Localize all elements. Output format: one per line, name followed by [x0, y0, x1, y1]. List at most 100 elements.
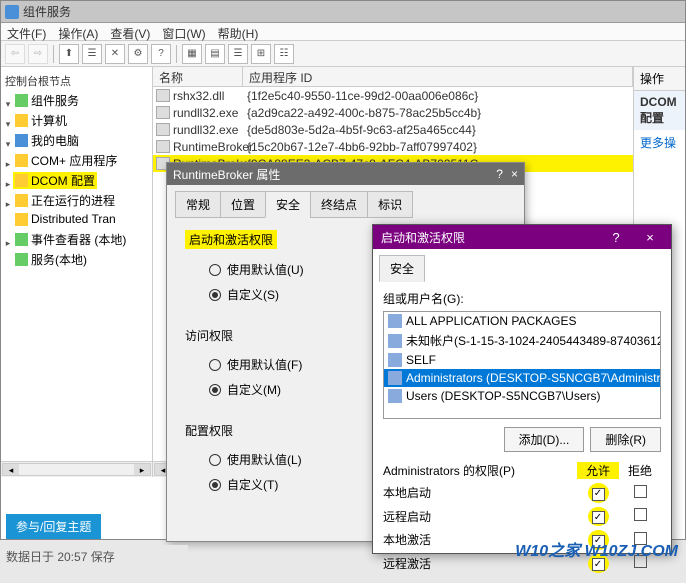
tree-node-root[interactable]: 组件服务 [13, 92, 81, 109]
dialog1-titlebar[interactable]: RuntimeBroker 属性 ? × [167, 163, 524, 185]
tree-node-eventviewer[interactable]: 事件查看器 (本地) [13, 231, 128, 248]
help-button[interactable]: ? [151, 44, 171, 64]
user-name: Administrators (DESKTOP-S5NCGB7\Administ… [406, 371, 660, 385]
folder-icon [15, 154, 28, 167]
expand-icon[interactable]: ▸ [3, 179, 13, 190]
expand-icon[interactable]: ▸ [3, 159, 13, 170]
tree-node-mycomputer[interactable]: 我的电脑 [13, 132, 81, 149]
expand-icon[interactable]: ▸ [3, 199, 13, 210]
tree-node-complus[interactable]: COM+ 应用程序 [13, 152, 119, 169]
group-users-label: 组或用户名(G): [383, 290, 661, 307]
expand-icon[interactable]: ▾ [3, 99, 13, 110]
tab-security[interactable]: 安全 [265, 191, 311, 218]
help-icon[interactable]: ? [496, 167, 503, 181]
actions-header: 操作 [634, 67, 685, 91]
row-appid: {15c20b67-12e7-4bb6-92bb-7aff07997402} [247, 140, 633, 154]
dialog1-title: RuntimeBroker 属性 [173, 166, 280, 183]
forward-button[interactable]: ⇨ [28, 44, 48, 64]
menu-view[interactable]: 查看(V) [110, 25, 150, 38]
props-button[interactable]: ☰ [82, 44, 102, 64]
expand-icon[interactable]: ▾ [3, 119, 13, 130]
users-list[interactable]: ALL APPLICATION PACKAGES 未知帐户(S-1-15-3-10… [383, 311, 661, 419]
delete-button[interactable]: ✕ [105, 44, 125, 64]
titlebar[interactable]: 组件服务 [1, 1, 685, 23]
radio-icon [209, 264, 221, 276]
back-button[interactable]: ⇦ [5, 44, 25, 64]
view3-button[interactable]: ☰ [228, 44, 248, 64]
perm-name: 远程启动 [383, 508, 577, 525]
dialog2-title: 启动和激活权限 [377, 229, 465, 246]
actions-group: DCOM 配置 [634, 91, 685, 130]
view2-button[interactable]: ▤ [205, 44, 225, 64]
allow-checkbox[interactable] [592, 488, 605, 501]
list-row[interactable]: rundll32.exe{de5d803e-5d2a-4b5f-9c63-af2… [153, 121, 633, 138]
user-row[interactable]: Users (DESKTOP-S5NCGB7\Users) [384, 387, 660, 405]
tree-panel: 控制台根节点 ▾组件服务 ▾计算机 ▾我的电脑 ▸COM+ 应用程序 ▸DCOM… [1, 67, 153, 477]
list-row[interactable]: rshx32.dll{1f2e5c40-9550-11ce-99d2-00aa0… [153, 87, 633, 104]
allow-checkbox[interactable] [592, 511, 605, 524]
tab-identity[interactable]: 标识 [367, 191, 413, 218]
user-row[interactable]: 未知帐户(S-1-15-3-1024-2405443489-874036122-… [384, 330, 660, 351]
watermark: W10之家 W10ZJ.COM [515, 537, 678, 561]
actions-more[interactable]: 更多操 [634, 130, 685, 155]
tab-security[interactable]: 安全 [379, 255, 425, 282]
tab-endpoint[interactable]: 终结点 [310, 191, 368, 218]
row-name: rshx32.dll [173, 89, 247, 103]
row-appid: {de5d803e-5d2a-4b5f-9c63-af25a465cc44} [247, 123, 633, 137]
dialog2-tabs: 安全 [373, 249, 671, 282]
add-button[interactable]: 添加(D)... [504, 427, 585, 452]
menu-file[interactable]: 文件(F) [7, 25, 46, 38]
close-icon[interactable]: × [511, 167, 518, 181]
tab-general[interactable]: 常规 [175, 191, 221, 218]
tree-node-dcom[interactable]: DCOM 配置 [13, 172, 97, 189]
close-icon[interactable]: × [633, 230, 667, 245]
deny-checkbox[interactable] [634, 508, 647, 521]
user-icon [388, 314, 402, 328]
remove-button[interactable]: 删除(R) [590, 427, 661, 452]
menu-action[interactable]: 操作(A) [58, 25, 98, 38]
reply-button[interactable]: 参与/回复主题 [6, 514, 101, 539]
radio-icon [209, 289, 221, 301]
tree-node-distrib[interactable]: Distributed Tran [13, 212, 118, 226]
user-name: 未知帐户(S-1-15-3-1024-2405443489-874036122-… [406, 332, 660, 349]
view5-button[interactable]: ☷ [274, 44, 294, 64]
perm-header-label: Administrators 的权限(P) [383, 462, 577, 479]
row-name: rundll32.exe [173, 106, 247, 120]
radio-icon [209, 454, 221, 466]
row-name: RuntimeBroker [173, 140, 247, 154]
folder-icon [15, 213, 28, 226]
user-row[interactable]: Administrators (DESKTOP-S5NCGB7\Administ… [384, 369, 660, 387]
user-name: SELF [406, 353, 436, 367]
dialog2-titlebar[interactable]: 启动和激活权限 ?× [373, 225, 671, 249]
tree-node-computers[interactable]: 计算机 [13, 112, 69, 129]
tree-scrollbar[interactable]: ◂▸ [1, 461, 152, 477]
list-row[interactable]: rundll32.exe{a2d9ca22-a492-400c-b875-78a… [153, 104, 633, 121]
expand-icon[interactable] [3, 258, 13, 268]
list-row[interactable]: RuntimeBroker{15c20b67-12e7-4bb6-92bb-7a… [153, 138, 633, 155]
user-row[interactable]: ALL APPLICATION PACKAGES [384, 312, 660, 330]
view1-button[interactable]: ▦ [182, 44, 202, 64]
tab-location[interactable]: 位置 [220, 191, 266, 218]
col-name[interactable]: 名称 [153, 67, 243, 86]
tree-node-services[interactable]: 服务(本地) [13, 251, 89, 268]
menu-help[interactable]: 帮助(H) [218, 25, 259, 38]
refresh-button[interactable]: ⚙ [128, 44, 148, 64]
item-icon [156, 106, 170, 119]
group-launch: 启动和激活权限 [185, 230, 277, 249]
expand-icon[interactable]: ▾ [3, 139, 13, 150]
user-row[interactable]: SELF [384, 351, 660, 369]
deny-checkbox[interactable] [634, 485, 647, 498]
folder-icon [15, 114, 28, 127]
tree-node-running[interactable]: 正在运行的进程 [13, 192, 117, 209]
expand-icon[interactable]: ▸ [3, 238, 13, 249]
expand-icon[interactable] [3, 218, 13, 228]
up-button[interactable]: ⬆ [59, 44, 79, 64]
help-icon[interactable]: ? [599, 230, 633, 245]
event-icon [15, 233, 28, 246]
view4-button[interactable]: ⊞ [251, 44, 271, 64]
col-allow: 允许 [577, 462, 619, 479]
col-appid[interactable]: 应用程序 ID [243, 67, 633, 86]
item-icon [156, 89, 170, 102]
menu-window[interactable]: 窗口(W) [162, 25, 205, 38]
user-icon [388, 353, 402, 367]
